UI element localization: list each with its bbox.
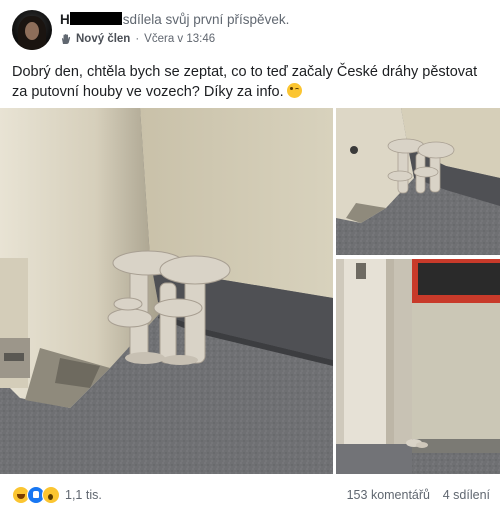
new-member-badge: Nový člen <box>76 33 131 45</box>
meta-separator: · <box>135 33 140 45</box>
post-footer: 1,1 tis. 153 komentářů 4 sdílení <box>0 476 500 516</box>
reaction-count[interactable]: 1,1 tis. <box>65 488 102 502</box>
wave-hand-icon <box>60 33 72 45</box>
wink-emoji-icon <box>286 83 302 98</box>
avatar[interactable] <box>12 10 52 50</box>
train-door-floor-photo[interactable] <box>336 259 500 474</box>
reactions-summary[interactable]: 1,1 tis. <box>12 486 102 504</box>
post-message: Dobrý den, chtěla bych se zeptat, co to … <box>12 64 478 100</box>
author-line: Hsdílela svůj první příspěvek. <box>60 12 289 27</box>
photo-grid <box>0 108 500 474</box>
post-action-text: sdílela svůj první příspěvek. <box>122 12 290 27</box>
comments-count[interactable]: 153 komentářů <box>347 488 430 502</box>
post-meta: Nový člen · Včera v 13:46 <box>60 33 215 45</box>
mushrooms-corner-photo[interactable] <box>336 108 500 255</box>
post-text: Dobrý den, chtěla bych se zeptat, co to … <box>12 62 490 102</box>
post-timestamp[interactable]: Včera v 13:46 <box>144 33 215 45</box>
author-name[interactable]: H <box>60 12 70 27</box>
name-redaction-bar <box>69 12 122 25</box>
post-header: Hsdílela svůj první příspěvek. Nový člen… <box>0 0 500 56</box>
shares-count[interactable]: 4 sdílení <box>443 488 490 502</box>
wow-icon <box>42 486 60 504</box>
mushrooms-closeup-photo[interactable] <box>0 108 333 474</box>
